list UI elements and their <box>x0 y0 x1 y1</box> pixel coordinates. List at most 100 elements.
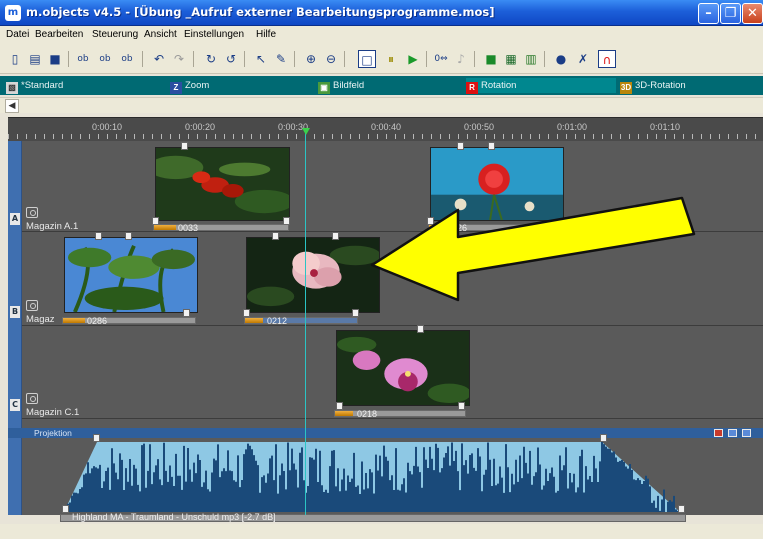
pause-icon[interactable]: ⏸ <box>382 50 400 68</box>
clip-label-a1: 0033 <box>178 223 199 233</box>
clip-bar-c1[interactable]: 0218 <box>334 409 466 419</box>
save-disk-icon[interactable]: ■ <box>46 50 64 68</box>
projection-restore-icon[interactable] <box>728 429 737 437</box>
camera-icon[interactable] <box>26 300 38 311</box>
wand-icon[interactable]: ✎ <box>272 50 290 68</box>
palette-icon[interactable]: ● <box>552 50 570 68</box>
keyframe-handle[interactable] <box>457 142 464 150</box>
keyframe-handle[interactable] <box>678 505 685 513</box>
lane-letter-a[interactable]: A <box>10 213 20 225</box>
projection-minimize-icon[interactable] <box>742 429 751 437</box>
keyframe-handle[interactable] <box>95 232 102 240</box>
menu-hilfe[interactable]: Hilfe <box>256 29 276 40</box>
lane-label-b: Magaz <box>26 314 55 325</box>
window-title: m.objects v4.5 - [Übung _Aufruf externer… <box>26 5 495 19</box>
lane-letter-c[interactable]: C <box>10 399 20 411</box>
obj-alt-icon[interactable]: ob <box>118 50 136 68</box>
track-3d-rotation[interactable]: 3D 3D-Rotation <box>620 78 686 94</box>
bottom-scroll-row <box>0 524 763 539</box>
clip-bar-b1[interactable]: 0286 <box>62 316 196 326</box>
ruler-ticks <box>8 134 763 139</box>
timeline-ruler[interactable]: 0:00:10 0:00:20 0:00:30 0:00:40 0:00:50 … <box>8 117 763 141</box>
clip-label-b2: 0212 <box>267 316 288 326</box>
keyframe-handle[interactable] <box>243 309 250 317</box>
grid-icon[interactable]: ▦ <box>502 50 520 68</box>
refresh-alt-icon[interactable]: ↺ <box>222 50 240 68</box>
projection-close-icon[interactable] <box>714 429 723 437</box>
lane-letter-b[interactable]: B <box>10 306 20 318</box>
audio-waveform <box>64 442 680 512</box>
stop-icon[interactable]: ■ <box>482 50 500 68</box>
keyframe-handle[interactable] <box>417 325 424 333</box>
rotation-3d-track-icon: 3D <box>620 82 632 94</box>
obj-add-icon[interactable]: ob <box>96 50 114 68</box>
keyframe-handle[interactable] <box>600 434 607 442</box>
camera-icon[interactable] <box>26 207 38 218</box>
maximize-button[interactable]: ❐ <box>720 3 741 24</box>
clip-thumbnail-c1[interactable] <box>336 330 470 406</box>
clip-fade-fill <box>63 318 85 323</box>
track-rotation[interactable]: R Rotation <box>466 78 616 94</box>
bildfeld-track-icon: ▣ <box>318 82 330 94</box>
audio-track-area[interactable] <box>22 438 763 515</box>
undo-icon[interactable]: ↶ <box>150 50 168 68</box>
open-folder-icon[interactable]: ▤ <box>26 50 44 68</box>
menu-einstellungen[interactable]: Einstellungen <box>184 29 244 40</box>
menu-datei[interactable]: Datei <box>6 29 29 40</box>
scroll-left-button[interactable]: ◀ <box>5 99 19 113</box>
step-icon[interactable]: 0⇔ <box>432 50 450 68</box>
magnet-icon[interactable]: ∩ <box>598 50 616 68</box>
zoom-out-icon[interactable]: ⊖ <box>322 50 340 68</box>
clip-thumbnail-a1[interactable] <box>155 147 290 221</box>
zoom-in-icon[interactable]: ⊕ <box>302 50 320 68</box>
track-3d-rotation-label: 3D-Rotation <box>635 80 686 91</box>
title-bar[interactable]: m m.objects v4.5 - [Übung _Aufruf extern… <box>0 0 763 26</box>
playhead-marker[interactable] <box>302 128 310 135</box>
keyframe-handle[interactable] <box>488 142 495 150</box>
refresh-icon[interactable]: ↻ <box>202 50 220 68</box>
toolbar-separator <box>344 51 345 67</box>
ruler-tick-label: 0:00:20 <box>185 122 216 132</box>
camera-icon[interactable] <box>26 393 38 404</box>
keyframe-handle[interactable] <box>336 402 343 410</box>
track-standard-label: *Standard <box>21 80 64 91</box>
menu-bearbeiten[interactable]: Bearbeiten <box>35 29 83 40</box>
keyframe-handle[interactable] <box>352 309 359 317</box>
clip-thumbnail-b1[interactable] <box>64 237 198 313</box>
close-button[interactable]: ✕ <box>742 3 763 24</box>
keyframe-handle[interactable] <box>93 434 100 442</box>
mic-icon[interactable]: ♪ <box>452 50 470 68</box>
track-bildfeld[interactable]: ▣ Bildfeld <box>318 78 364 94</box>
clip-bar-b2[interactable]: 0212 <box>244 316 358 326</box>
menu-steuerung[interactable]: Steuerung <box>92 29 138 40</box>
lane-label-a: Magazin A.1 <box>26 221 79 232</box>
keyframe-handle[interactable] <box>458 402 465 410</box>
play-icon[interactable]: ▶ <box>404 50 422 68</box>
keyframe-handle[interactable] <box>183 309 190 317</box>
new-document-icon[interactable]: ▯ <box>6 50 24 68</box>
keyframe-handle[interactable] <box>62 505 69 513</box>
obj-icon[interactable]: ob <box>74 50 92 68</box>
toolbar-separator <box>294 51 295 67</box>
minimize-button[interactable]: – <box>698 3 719 24</box>
menu-bar: Datei Bearbeiten Steuerung Ansicht Einst… <box>0 26 763 45</box>
wrench-icon[interactable]: ✗ <box>574 50 592 68</box>
film-icon[interactable]: ▥ <box>522 50 540 68</box>
clip-bar-a1[interactable]: 0033 <box>153 223 289 233</box>
pointer-icon[interactable]: ↖ <box>252 50 270 68</box>
redo-icon[interactable]: ↷ <box>170 50 188 68</box>
ruler-tick-label: 0:00:40 <box>371 122 402 132</box>
keyframe-handle[interactable] <box>332 232 339 240</box>
playhead-line[interactable] <box>305 132 306 515</box>
rotation-track-icon: R <box>466 82 478 94</box>
square-icon[interactable]: □ <box>358 50 376 68</box>
track-zoom[interactable]: Z Zoom <box>170 78 209 94</box>
keyframe-handle[interactable] <box>125 232 132 240</box>
keyframe-handle[interactable] <box>181 142 188 150</box>
m-objects-logo-icon: m <box>5 5 21 21</box>
clip-fade-fill <box>245 318 263 323</box>
keyframe-handle[interactable] <box>272 232 279 240</box>
menu-ansicht[interactable]: Ansicht <box>144 29 177 40</box>
projection-title: Projektion <box>34 428 72 438</box>
track-standard[interactable]: ▧ *Standard <box>6 78 64 94</box>
